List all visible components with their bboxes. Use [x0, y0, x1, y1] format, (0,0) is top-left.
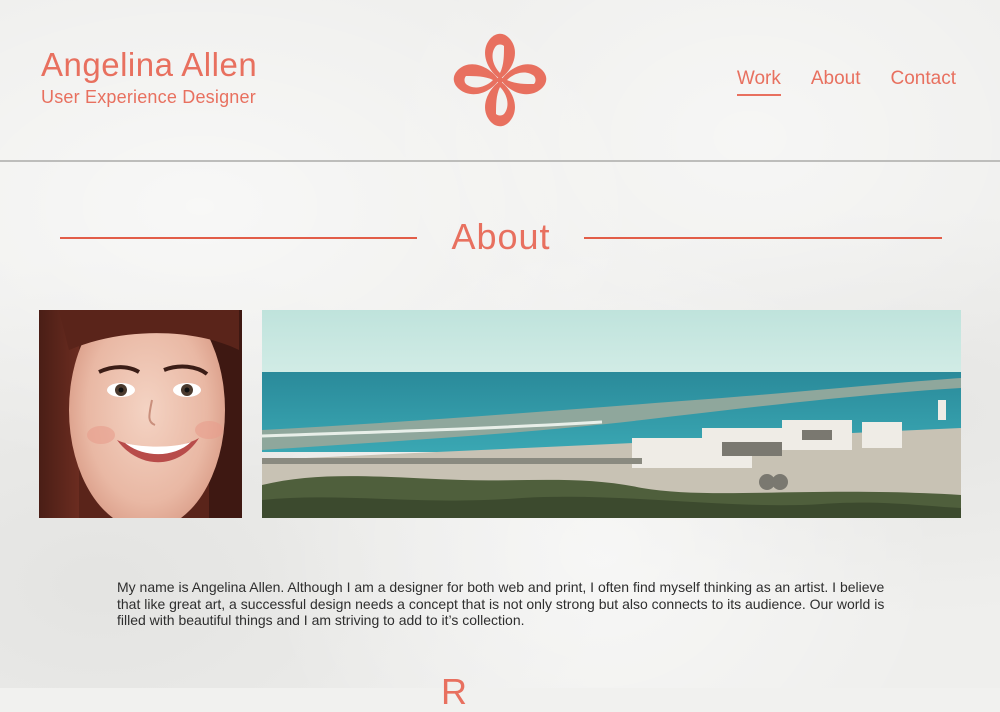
- about-bio: My name is Angelina Allen. Although I am…: [117, 579, 885, 628]
- main-nav: Work About Contact: [736, 66, 956, 96]
- heading-rule-right: [584, 237, 942, 239]
- nav-contact-link[interactable]: Contact: [891, 66, 956, 96]
- about-title: About: [451, 216, 551, 257]
- about-heading: About: [60, 212, 942, 262]
- site-title[interactable]: Angelina Allen: [41, 46, 257, 84]
- nav-about-link[interactable]: About: [811, 66, 861, 96]
- heading-rule-left: [60, 237, 417, 239]
- portrait-photo: [39, 310, 242, 518]
- brand[interactable]: Angelina Allen User Experience Designer: [41, 46, 257, 108]
- site-subtitle: User Experience Designer: [41, 87, 256, 107]
- nav-work-link[interactable]: Work: [736, 66, 781, 96]
- quatrefoil-logo-icon[interactable]: [446, 29, 554, 131]
- harbor-landscape-photo: [262, 310, 961, 518]
- site-header: Angelina Allen User Experience Designer …: [0, 0, 1000, 162]
- next-section-heading: R: [441, 671, 467, 712]
